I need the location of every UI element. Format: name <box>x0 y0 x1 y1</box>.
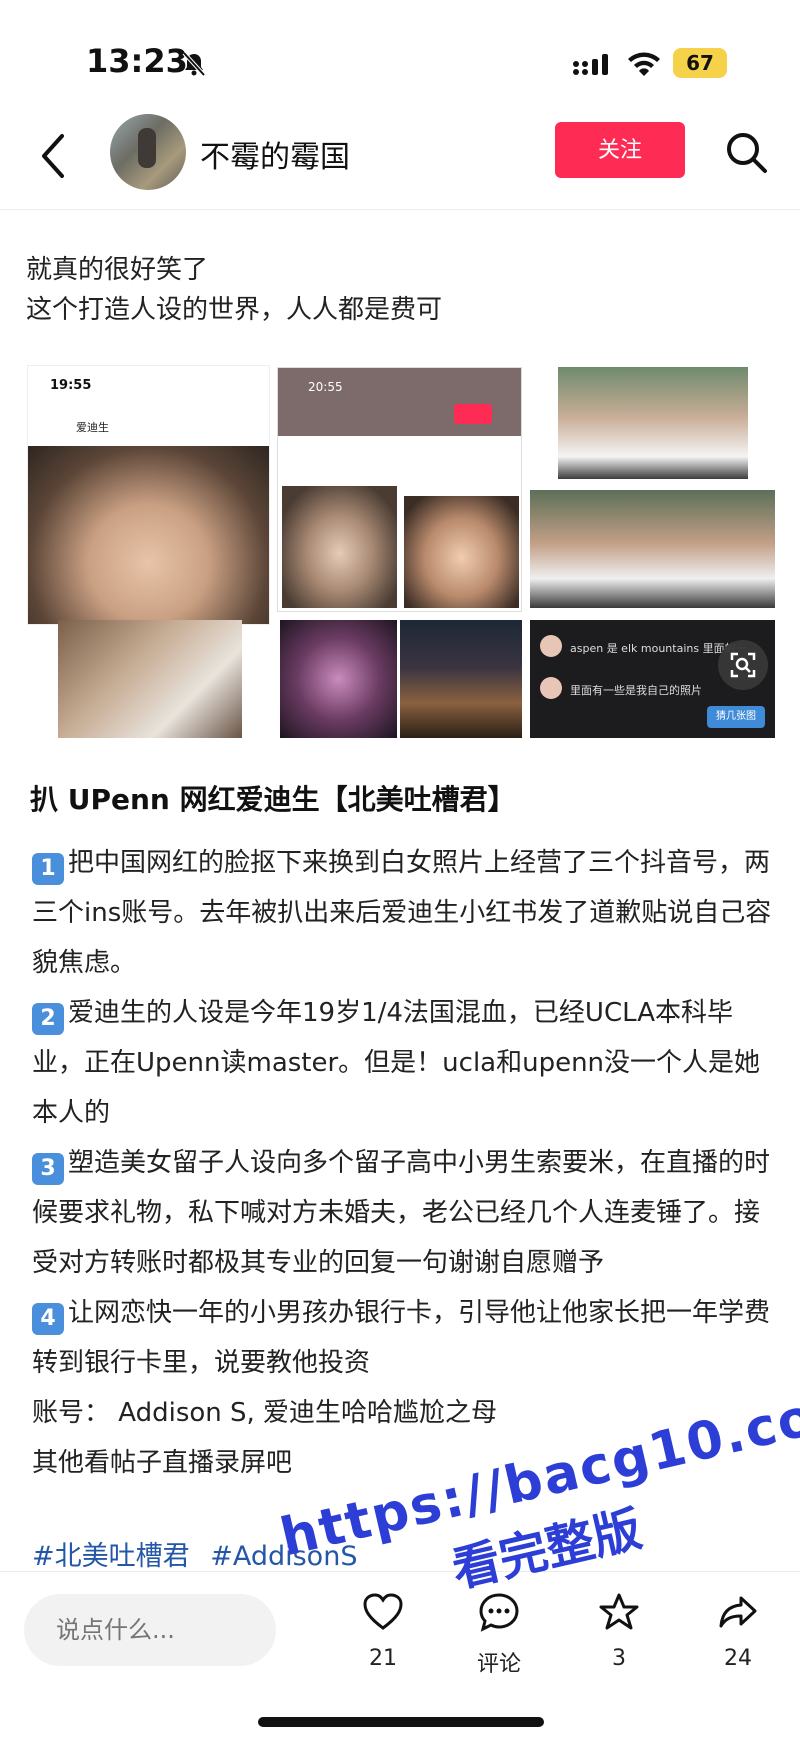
comment-label: 评论 <box>476 1652 521 1677</box>
scan-icon[interactable] <box>718 640 768 690</box>
post-image-collage[interactable]: 19:55 爱迪生 20:55 aspen 是 elk mountains 里面… <box>0 355 800 750</box>
post-intro: 就真的很好笑了 这个打造人设的世界，人人都是费可 <box>26 250 766 330</box>
favorite-count: 3 <box>612 1646 626 1671</box>
intro-line: 这个打造人设的世界，人人都是费可 <box>26 295 443 325</box>
star-icon <box>599 1593 639 1630</box>
screenshot-profile-1: 19:55 爱迪生 <box>27 365 270 625</box>
photo-group-2 <box>530 490 775 608</box>
bottom-action-bar: 21 评论 3 24 <box>0 1571 800 1741</box>
like-button[interactable]: 21 <box>348 1592 418 1671</box>
hashtag-link[interactable]: #AddisonS <box>210 1541 357 1572</box>
photo-night <box>400 620 522 738</box>
number-badge: 2 <box>32 1003 64 1035</box>
screenshot-profile-2: 20:55 <box>277 367 522 612</box>
home-indicator <box>258 1717 544 1727</box>
photo-party <box>280 620 397 738</box>
section-text: 把中国网红的脸抠下来换到白女照片上经营了三个抖音号，两三个ins账号。去年被扒出… <box>32 848 772 978</box>
number-badge: 3 <box>32 1153 64 1185</box>
like-count: 21 <box>369 1646 397 1671</box>
post-section: 1 把中国网红的脸抠下来换到白女照片上经营了三个抖音号，两三个ins账号。去年被扒… <box>32 838 772 988</box>
signal-icon <box>573 54 608 75</box>
closing-line: 其他看帖子直播录屏吧 <box>32 1448 293 1478</box>
photo-room <box>58 620 242 738</box>
avatar[interactable] <box>110 114 186 190</box>
share-icon <box>719 1596 757 1628</box>
profile-header: 不霉的霉国 关注 <box>0 110 800 210</box>
search-icon[interactable] <box>724 130 768 174</box>
post-title: 扒 UPenn 网红爱迪生【北美吐槽君】 <box>30 783 516 816</box>
comment-button[interactable]: 评论 <box>464 1592 534 1678</box>
comment-input[interactable] <box>24 1594 276 1666</box>
bell-mute-icon <box>182 51 206 77</box>
intro-line: 就真的很好笑了 <box>26 255 209 285</box>
post-section: 2 爱迪生的人设是今年19岁1/4法国混血，已经UCLA本科毕业，正在Upenn读… <box>32 988 772 1138</box>
author-name[interactable]: 不霉的霉国 <box>200 132 350 176</box>
account-line: 账号： Addison S, 爱迪生哈哈尴尬之母 <box>32 1398 498 1428</box>
heart-icon <box>363 1593 403 1630</box>
comment-icon <box>479 1593 519 1632</box>
section-text: 爱迪生的人设是今年19岁1/4法国混血，已经UCLA本科毕业，正在Upenn读m… <box>32 998 761 1128</box>
section-text: 塑造美女留子人设向多个留子高中小男生索要米，在直播的时候要求礼物，私下喊对方未婚… <box>32 1148 771 1278</box>
status-bar: 13:23 67 <box>0 0 800 110</box>
photo-group-1 <box>558 367 748 479</box>
share-button[interactable]: 24 <box>703 1592 773 1671</box>
favorite-button[interactable]: 3 <box>584 1592 654 1671</box>
screenshot-time: 20:55 <box>308 380 343 394</box>
number-badge: 1 <box>32 853 64 885</box>
wifi-icon <box>628 52 660 76</box>
post-section: 4 让网恋快一年的小男孩办银行卡，引导他让他家长把一年学费转到银行卡里，说要教他投… <box>32 1288 772 1388</box>
chat-message: 里面有一些是我自己的照片 <box>570 684 702 697</box>
hashtag-link[interactable]: #北美吐槽君 <box>32 1541 190 1572</box>
chat-button: 猜几张图 <box>707 706 765 728</box>
back-arrow-icon[interactable] <box>38 132 68 180</box>
hashtag-list: #北美吐槽君 #AddisonS <box>32 1534 369 1573</box>
screenshot-time: 19:55 <box>50 378 92 393</box>
number-badge: 4 <box>32 1303 64 1335</box>
share-count: 24 <box>724 1646 752 1671</box>
screenshot-name: 爱迪生 <box>76 421 109 434</box>
post-body: 1 把中国网红的脸抠下来换到白女照片上经营了三个抖音号，两三个ins账号。去年被扒… <box>32 838 772 1488</box>
follow-button[interactable]: 关注 <box>555 122 685 178</box>
status-time: 13:23 <box>86 42 188 80</box>
section-text: 让网恋快一年的小男孩办银行卡，引导他让他家长把一年学费转到银行卡里，说要教他投资 <box>32 1298 771 1378</box>
battery-indicator: 67 <box>673 48 727 78</box>
post-section: 3 塑造美女留子人设向多个留子高中小男生索要米，在直播的时候要求礼物，私下喊对方未… <box>32 1138 772 1288</box>
